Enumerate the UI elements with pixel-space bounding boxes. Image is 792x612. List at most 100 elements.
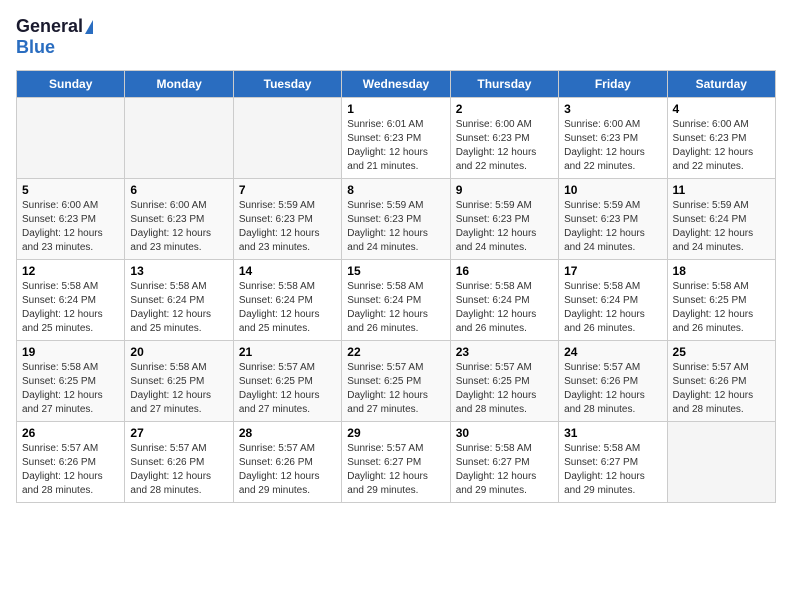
day-info: Sunrise: 5:58 AM Sunset: 6:27 PM Dayligh… (456, 442, 553, 498)
day-cell: 17 Sunrise: 5:58 AM Sunset: 6:24 PM Dayli… (559, 260, 667, 341)
day-cell: 29 Sunrise: 5:57 AM Sunset: 6:27 PM Dayli… (342, 422, 450, 503)
header-cell-wednesday: Wednesday (342, 71, 450, 98)
logo-blue-text: Blue (16, 37, 55, 58)
day-info: Sunrise: 5:57 AM Sunset: 6:27 PM Dayligh… (347, 442, 444, 498)
day-info: Sunrise: 5:58 AM Sunset: 6:24 PM Dayligh… (22, 280, 119, 336)
day-info: Sunrise: 6:00 AM Sunset: 6:23 PM Dayligh… (456, 118, 553, 174)
day-cell: 30 Sunrise: 5:58 AM Sunset: 6:27 PM Dayli… (450, 422, 558, 503)
day-cell: 18 Sunrise: 5:58 AM Sunset: 6:25 PM Dayli… (667, 260, 775, 341)
day-cell: 22 Sunrise: 5:57 AM Sunset: 6:25 PM Dayli… (342, 341, 450, 422)
day-number: 25 (673, 345, 770, 359)
day-number: 5 (22, 183, 119, 197)
day-info: Sunrise: 5:58 AM Sunset: 6:25 PM Dayligh… (130, 361, 227, 417)
day-number: 19 (22, 345, 119, 359)
day-number: 28 (239, 426, 336, 440)
day-info: Sunrise: 5:58 AM Sunset: 6:24 PM Dayligh… (130, 280, 227, 336)
day-number: 24 (564, 345, 661, 359)
week-row-2: 5 Sunrise: 6:00 AM Sunset: 6:23 PM Daylig… (17, 179, 776, 260)
day-cell: 2 Sunrise: 6:00 AM Sunset: 6:23 PM Daylig… (450, 98, 558, 179)
day-cell: 25 Sunrise: 5:57 AM Sunset: 6:26 PM Dayli… (667, 341, 775, 422)
day-info: Sunrise: 5:58 AM Sunset: 6:24 PM Dayligh… (347, 280, 444, 336)
logo-general-text: General (16, 16, 83, 37)
day-number: 7 (239, 183, 336, 197)
day-number: 12 (22, 264, 119, 278)
day-info: Sunrise: 5:58 AM Sunset: 6:25 PM Dayligh… (22, 361, 119, 417)
day-info: Sunrise: 5:59 AM Sunset: 6:23 PM Dayligh… (456, 199, 553, 255)
calendar-header: SundayMondayTuesdayWednesdayThursdayFrid… (17, 71, 776, 98)
day-info: Sunrise: 5:59 AM Sunset: 6:24 PM Dayligh… (673, 199, 770, 255)
day-cell: 16 Sunrise: 5:58 AM Sunset: 6:24 PM Dayli… (450, 260, 558, 341)
day-cell: 13 Sunrise: 5:58 AM Sunset: 6:24 PM Dayli… (125, 260, 233, 341)
week-row-3: 12 Sunrise: 5:58 AM Sunset: 6:24 PM Dayli… (17, 260, 776, 341)
day-number: 2 (456, 102, 553, 116)
day-cell: 19 Sunrise: 5:58 AM Sunset: 6:25 PM Dayli… (17, 341, 125, 422)
day-number: 8 (347, 183, 444, 197)
calendar-body: 1 Sunrise: 6:01 AM Sunset: 6:23 PM Daylig… (17, 98, 776, 503)
day-info: Sunrise: 6:00 AM Sunset: 6:23 PM Dayligh… (22, 199, 119, 255)
day-info: Sunrise: 5:57 AM Sunset: 6:26 PM Dayligh… (22, 442, 119, 498)
day-cell: 10Sunrise: 5:59 AM Sunset: 6:23 PM Dayli… (559, 179, 667, 260)
day-cell: 26 Sunrise: 5:57 AM Sunset: 6:26 PM Dayli… (17, 422, 125, 503)
day-info: Sunrise: 5:58 AM Sunset: 6:24 PM Dayligh… (564, 280, 661, 336)
day-number: 20 (130, 345, 227, 359)
day-info: Sunrise: 5:58 AM Sunset: 6:27 PM Dayligh… (564, 442, 661, 498)
header-cell-thursday: Thursday (450, 71, 558, 98)
day-info: Sunrise: 5:58 AM Sunset: 6:25 PM Dayligh… (673, 280, 770, 336)
day-number: 16 (456, 264, 553, 278)
day-cell: 1 Sunrise: 6:01 AM Sunset: 6:23 PM Daylig… (342, 98, 450, 179)
header-cell-saturday: Saturday (667, 71, 775, 98)
day-info: Sunrise: 5:58 AM Sunset: 6:24 PM Dayligh… (456, 280, 553, 336)
day-info: Sunrise: 5:57 AM Sunset: 6:26 PM Dayligh… (239, 442, 336, 498)
day-number: 11 (673, 183, 770, 197)
day-number: 1 (347, 102, 444, 116)
day-info: Sunrise: 5:57 AM Sunset: 6:25 PM Dayligh… (239, 361, 336, 417)
day-info: Sunrise: 6:00 AM Sunset: 6:23 PM Dayligh… (673, 118, 770, 174)
day-cell: 3 Sunrise: 6:00 AM Sunset: 6:23 PM Daylig… (559, 98, 667, 179)
day-number: 14 (239, 264, 336, 278)
day-cell: 31 Sunrise: 5:58 AM Sunset: 6:27 PM Dayli… (559, 422, 667, 503)
day-info: Sunrise: 5:59 AM Sunset: 6:23 PM Dayligh… (239, 199, 336, 255)
calendar-table: SundayMondayTuesdayWednesdayThursdayFrid… (16, 70, 776, 503)
day-info: Sunrise: 6:00 AM Sunset: 6:23 PM Dayligh… (130, 199, 227, 255)
day-number: 4 (673, 102, 770, 116)
day-cell: 11 Sunrise: 5:59 AM Sunset: 6:24 PM Dayli… (667, 179, 775, 260)
logo: General Blue (16, 16, 93, 58)
day-number: 9 (456, 183, 553, 197)
week-row-4: 19 Sunrise: 5:58 AM Sunset: 6:25 PM Dayli… (17, 341, 776, 422)
day-cell: 24 Sunrise: 5:57 AM Sunset: 6:26 PM Dayli… (559, 341, 667, 422)
day-cell: 8Sunrise: 5:59 AM Sunset: 6:23 PM Daylig… (342, 179, 450, 260)
day-info: Sunrise: 5:59 AM Sunset: 6:23 PM Dayligh… (564, 199, 661, 255)
day-number: 22 (347, 345, 444, 359)
header-cell-tuesday: Tuesday (233, 71, 341, 98)
day-cell: 14 Sunrise: 5:58 AM Sunset: 6:24 PM Dayli… (233, 260, 341, 341)
day-cell: 15 Sunrise: 5:58 AM Sunset: 6:24 PM Dayli… (342, 260, 450, 341)
day-info: Sunrise: 5:57 AM Sunset: 6:26 PM Dayligh… (673, 361, 770, 417)
week-row-5: 26 Sunrise: 5:57 AM Sunset: 6:26 PM Dayli… (17, 422, 776, 503)
header-cell-friday: Friday (559, 71, 667, 98)
day-cell: 21Sunrise: 5:57 AM Sunset: 6:25 PM Dayli… (233, 341, 341, 422)
day-number: 30 (456, 426, 553, 440)
day-cell (233, 98, 341, 179)
day-info: Sunrise: 5:57 AM Sunset: 6:26 PM Dayligh… (564, 361, 661, 417)
day-number: 18 (673, 264, 770, 278)
page-header: General Blue (16, 16, 776, 58)
day-number: 13 (130, 264, 227, 278)
day-info: Sunrise: 6:01 AM Sunset: 6:23 PM Dayligh… (347, 118, 444, 174)
day-info: Sunrise: 5:57 AM Sunset: 6:26 PM Dayligh… (130, 442, 227, 498)
day-cell (125, 98, 233, 179)
day-number: 17 (564, 264, 661, 278)
day-cell: 6Sunrise: 6:00 AM Sunset: 6:23 PM Daylig… (125, 179, 233, 260)
day-cell: 7 Sunrise: 5:59 AM Sunset: 6:23 PM Daylig… (233, 179, 341, 260)
day-info: Sunrise: 5:57 AM Sunset: 6:25 PM Dayligh… (347, 361, 444, 417)
day-number: 27 (130, 426, 227, 440)
day-number: 31 (564, 426, 661, 440)
day-number: 26 (22, 426, 119, 440)
week-row-1: 1 Sunrise: 6:01 AM Sunset: 6:23 PM Daylig… (17, 98, 776, 179)
day-number: 29 (347, 426, 444, 440)
header-row: SundayMondayTuesdayWednesdayThursdayFrid… (17, 71, 776, 98)
day-info: Sunrise: 6:00 AM Sunset: 6:23 PM Dayligh… (564, 118, 661, 174)
day-info: Sunrise: 5:58 AM Sunset: 6:24 PM Dayligh… (239, 280, 336, 336)
day-cell: 27 Sunrise: 5:57 AM Sunset: 6:26 PM Dayli… (125, 422, 233, 503)
day-number: 3 (564, 102, 661, 116)
day-number: 15 (347, 264, 444, 278)
